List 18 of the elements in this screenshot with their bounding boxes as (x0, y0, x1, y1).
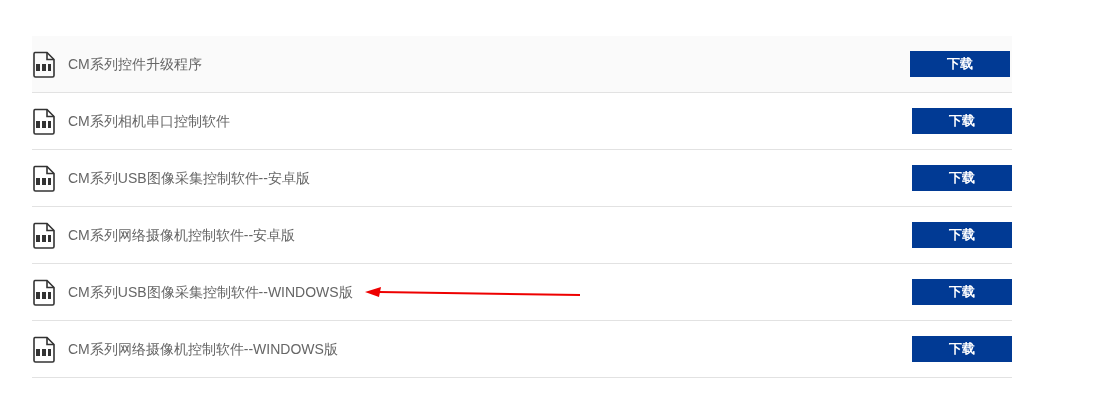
download-button[interactable]: 下载 (912, 165, 1012, 191)
pdf-file-icon (33, 335, 56, 363)
file-title[interactable]: CM系列USB图像采集控制软件--WINDOWS版 (68, 281, 353, 303)
download-button[interactable]: 下载 (912, 336, 1012, 362)
download-button[interactable]: 下载 (910, 51, 1010, 77)
file-title[interactable]: CM系列网络摄像机控制软件--WINDOWS版 (68, 338, 338, 360)
file-title[interactable]: CM系列控件升级程序 (68, 53, 202, 75)
pdf-file-icon (33, 107, 56, 135)
pdf-file-icon (33, 278, 56, 306)
download-button[interactable]: 下载 (912, 108, 1012, 134)
file-title[interactable]: CM系列USB图像采集控制软件--安卓版 (68, 167, 310, 189)
file-title[interactable]: CM系列网络摄像机控制软件--安卓版 (68, 224, 296, 246)
file-title[interactable]: CM系列相机串口控制软件 (68, 110, 230, 132)
download-button[interactable]: 下载 (912, 279, 1012, 305)
pdf-file-icon (33, 221, 56, 249)
pdf-file-icon (33, 164, 56, 192)
pdf-file-icon (33, 50, 56, 78)
download-button[interactable]: 下载 (912, 222, 1012, 248)
